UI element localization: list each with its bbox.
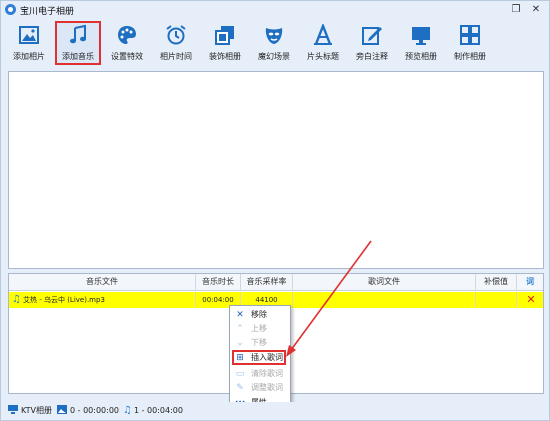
x-icon: ✕: [236, 310, 244, 320]
grid-icon: [460, 25, 480, 45]
delete-row-icon[interactable]: ✕: [519, 292, 543, 308]
header-lyrics-icon[interactable]: 词: [517, 274, 543, 290]
mask-icon: [265, 28, 283, 44]
menu-item-remove-label: 移除: [251, 310, 267, 319]
status-bar: KTV相册 0 - 00:00:00 ♫ 1 - 00:04:00: [1, 402, 549, 420]
menu-item-move-down[interactable]: ⌄ 下移: [230, 336, 290, 350]
palette-icon: [118, 26, 136, 44]
insert-lyrics-icon: ⊞: [236, 353, 244, 363]
photo-count-icon: [57, 405, 67, 414]
up-arrow-icon: ⌃: [236, 324, 244, 334]
photo-icon: [19, 26, 39, 44]
menu-item-move-down-label: 下移: [251, 338, 267, 347]
menu-item-move-up[interactable]: ⌃ 上移: [230, 322, 290, 336]
narration-note-button[interactable]: 旁白注释: [349, 21, 395, 65]
decorate-icon: [215, 26, 234, 45]
status-music-value: 1 - 00:04:00: [133, 406, 183, 415]
magic-scene-label: 魔幻场景: [258, 52, 290, 61]
close-button[interactable]: ✕: [528, 3, 544, 16]
ktv-monitor-icon: [8, 405, 18, 414]
status-photos-value: 0 - 00:00:00: [70, 406, 119, 415]
preview-album-label: 预览相册: [405, 52, 437, 61]
cell-offset: [476, 292, 517, 308]
status-ktv-label: KTV相册: [21, 406, 52, 415]
edit-icon: [362, 27, 382, 45]
context-menu: ✕ 移除 ⌃ 上移 ⌄ 下移 ⊞ 插入歌词 ▭ 清除歌词 ✎ 调整歌词 ··· …: [229, 305, 291, 412]
add-music-button[interactable]: 添加音乐: [55, 21, 101, 65]
menu-item-insert-lyrics-label: 插入歌词: [251, 353, 283, 362]
title-bar: 宝川电子相册 ❐ ✕: [1, 1, 549, 19]
magic-scene-button[interactable]: 魔幻场景: [251, 21, 297, 65]
restore-button[interactable]: ❐: [508, 3, 524, 16]
alarm-clock-icon: [166, 25, 186, 45]
menu-item-clear-lyrics[interactable]: ▭ 清除歌词: [230, 367, 290, 381]
clear-lyrics-icon: ▭: [235, 369, 245, 379]
menu-item-remove[interactable]: ✕ 移除: [230, 308, 290, 322]
menu-item-clear-lyrics-label: 清除歌词: [251, 369, 283, 378]
cell-lyrics-file: [293, 292, 476, 308]
photo-time-label: 相片时间: [160, 52, 192, 61]
header-lyrics-file[interactable]: 歌词文件: [293, 274, 476, 290]
narration-note-label: 旁白注释: [356, 52, 388, 61]
add-photo-label: 添加相片: [13, 52, 45, 61]
decorate-album-button[interactable]: 装饰相册: [202, 21, 248, 65]
menu-item-move-up-label: 上移: [251, 324, 267, 333]
menu-item-adjust-lyrics-label: 调整歌词: [251, 383, 283, 392]
music-count-icon: ♫: [123, 405, 132, 416]
app-window: 宝川电子相册 ❐ ✕ 添加相片 添加音乐 设置特效 相片时间 装饰相册 魔幻场景…: [0, 0, 550, 421]
app-logo-icon: [5, 4, 16, 15]
status-photos: 0 - 00:00:00: [57, 405, 119, 417]
make-album-button[interactable]: 制作相册: [447, 21, 493, 65]
header-sample-rate[interactable]: 音乐采样率: [241, 274, 293, 290]
status-ktv: KTV相册: [8, 405, 52, 417]
make-album-label: 制作相册: [454, 52, 486, 61]
music-note-icon: [70, 24, 86, 44]
menu-item-insert-lyrics[interactable]: ⊞ 插入歌词: [232, 350, 286, 365]
title-a-icon: [314, 24, 332, 45]
header-duration[interactable]: 音乐时长: [196, 274, 241, 290]
monitor-icon: [412, 27, 430, 45]
decorate-album-label: 装饰相册: [209, 52, 241, 61]
down-arrow-icon: ⌄: [236, 338, 244, 348]
cell-music-file: 艾热 - 乌云中 (Live).mp3: [9, 292, 196, 308]
set-effects-button[interactable]: 设置特效: [104, 21, 150, 65]
adjust-lyrics-icon: ✎: [236, 383, 244, 393]
window-title: 宝川电子相册: [20, 7, 75, 17]
header-offset[interactable]: 补偿值: [476, 274, 517, 290]
opening-title-label: 片头标题: [307, 52, 339, 61]
header-music-file[interactable]: 音乐文件: [9, 274, 196, 290]
add-photo-button[interactable]: 添加相片: [6, 21, 52, 65]
preview-album-button[interactable]: 预览相册: [398, 21, 444, 65]
status-music: ♫ 1 - 00:04:00: [123, 405, 183, 417]
add-music-label: 添加音乐: [62, 52, 94, 61]
menu-item-adjust-lyrics[interactable]: ✎ 调整歌词: [230, 381, 290, 395]
set-effects-label: 设置特效: [111, 52, 143, 61]
toolbar: 添加相片 添加音乐 设置特效 相片时间 装饰相册 魔幻场景 片头标题 旁白注释 …: [1, 19, 549, 67]
music-table-header: 音乐文件 音乐时长 音乐采样率 歌词文件 补偿值 词: [9, 274, 543, 291]
opening-title-button[interactable]: 片头标题: [300, 21, 346, 65]
photo-preview-area[interactable]: [8, 71, 544, 269]
photo-time-button[interactable]: 相片时间: [153, 21, 199, 65]
